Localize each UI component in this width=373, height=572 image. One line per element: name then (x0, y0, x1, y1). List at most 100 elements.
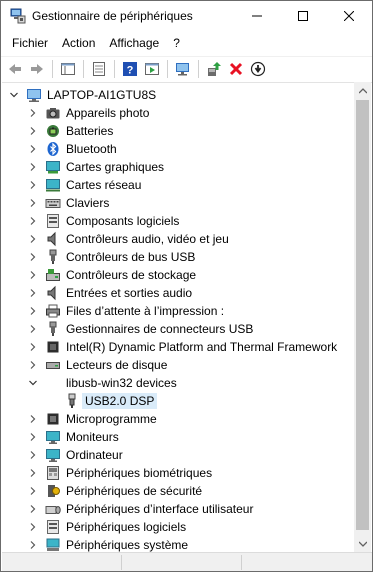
status-bar (2, 552, 372, 571)
chevron-right-icon[interactable] (26, 538, 40, 552)
chevron-right-icon[interactable] (26, 268, 40, 282)
tree-item-intel-dptf[interactable]: Intel(R) Dynamic Platform and Thermal Fr… (2, 338, 355, 356)
tree-item-controleurs-audio[interactable]: Contrôleurs audio, vidéo et jeu (2, 230, 355, 248)
back-button[interactable] (4, 58, 26, 80)
chip-icon (47, 341, 59, 353)
computer-name: LAPTOP-AI1GTU8S (47, 88, 157, 102)
chevron-right-icon[interactable] (26, 358, 40, 372)
vertical-scrollbar[interactable] (354, 82, 371, 552)
device-tree[interactable]: LAPTOP-AI1GTU8S Appareils photo Batterie… (2, 82, 372, 552)
chevron-right-icon[interactable] (26, 286, 40, 300)
console-tree-button[interactable] (57, 58, 79, 80)
chevron-right-icon[interactable] (26, 340, 40, 354)
chevron-right-icon[interactable] (26, 466, 40, 480)
menu-affichage[interactable]: Affichage (102, 33, 166, 53)
disable-device-icon (250, 61, 266, 76)
menu-help[interactable]: ? (166, 33, 187, 53)
close-button[interactable] (326, 1, 372, 31)
chevron-right-icon[interactable] (26, 142, 40, 156)
uninstall-device-button[interactable] (225, 58, 247, 80)
minimize-button[interactable] (234, 1, 280, 31)
tree-item-systeme[interactable]: Périphériques système (2, 536, 355, 552)
chevron-right-icon[interactable] (26, 304, 40, 318)
security-device-icon (48, 485, 60, 497)
properties-button[interactable] (88, 58, 110, 80)
maximize-button[interactable] (280, 1, 326, 31)
title-bar[interactable]: Gestionnaire de périphériques (1, 1, 372, 31)
menu-bar: Fichier Action Affichage ? (1, 32, 372, 54)
tree-item-libusb-devices[interactable]: libusb-win32 devices (2, 374, 355, 392)
tree-item-microprogramme[interactable]: Microprogramme (2, 410, 355, 428)
tree-item-composants-logiciels[interactable]: Composants logiciels (2, 212, 355, 230)
chevron-right-icon[interactable] (26, 448, 40, 462)
tree-item-controleurs-usb[interactable]: Contrôleurs de bus USB (2, 248, 355, 266)
menu-action[interactable]: Action (55, 33, 102, 53)
usb-plug-icon (68, 393, 76, 408)
software-component-icon (47, 214, 59, 228)
forward-button[interactable] (26, 58, 48, 80)
chevron-right-icon[interactable] (26, 124, 40, 138)
scroll-up-button[interactable] (354, 82, 371, 99)
scan-hardware-button[interactable] (172, 58, 194, 80)
chevron-right-icon[interactable] (26, 322, 40, 336)
usb-connector-icon (49, 321, 57, 336)
tree-item-bluetooth[interactable]: Bluetooth (2, 140, 355, 158)
scroll-down-button[interactable] (354, 535, 371, 552)
system-device-icon (46, 538, 60, 551)
help-button[interactable]: ? (119, 58, 141, 80)
chevron-right-icon[interactable] (26, 430, 40, 444)
tree-item-entrees-sorties-audio[interactable]: Entrées et sorties audio (2, 284, 355, 302)
tree-item-securite[interactable]: Périphériques de sécurité (2, 482, 355, 500)
tree-item-cartes-reseau[interactable]: Cartes réseau (2, 176, 355, 194)
hid-icon (45, 506, 61, 514)
display-adapter-icon (46, 161, 60, 174)
toolbar-separator (52, 59, 53, 78)
tree-item-logiciels[interactable]: Périphériques logiciels (2, 518, 355, 536)
toolbar-separator (83, 59, 84, 78)
firmware-icon (47, 413, 59, 425)
chevron-right-icon[interactable] (26, 520, 40, 534)
tree-item-claviers[interactable]: Claviers (2, 194, 355, 212)
tree-item-interface-utilisateur[interactable]: Périphériques d’interface utilisateur (2, 500, 355, 518)
svg-text:?: ? (127, 64, 134, 76)
scrollbar-thumb[interactable] (356, 100, 369, 530)
chevron-right-icon[interactable] (26, 484, 40, 498)
chevron-down-icon[interactable] (7, 88, 21, 102)
chevron-right-icon[interactable] (26, 178, 40, 192)
chevron-right-icon[interactable] (26, 214, 40, 228)
tree-item-biometriques[interactable]: Périphériques biométriques (2, 464, 355, 482)
disk-drive-icon (46, 362, 60, 369)
tree-item-usb2-dsp[interactable]: USB2.0 DSP (2, 392, 355, 410)
tree-item-batteries[interactable]: Batteries (2, 122, 355, 140)
bluetooth-icon (47, 142, 59, 156)
tree-item-moniteurs[interactable]: Moniteurs (2, 428, 355, 446)
update-driver-button[interactable] (203, 58, 225, 80)
chevron-down-icon[interactable] (26, 376, 40, 390)
chevron-right-icon[interactable] (26, 412, 40, 426)
tree-item-lecteurs-disque[interactable]: Lecteurs de disque (2, 356, 355, 374)
chevron-right-icon[interactable] (26, 106, 40, 120)
chevron-right-icon[interactable] (26, 502, 40, 516)
toolbar: ? (1, 56, 372, 80)
tree-item-appareils-photo[interactable]: Appareils photo (2, 104, 355, 122)
chevron-right-icon[interactable] (26, 160, 40, 174)
run-button[interactable] (141, 58, 163, 80)
tree-item-controleurs-stockage[interactable]: Contrôleurs de stockage (2, 266, 355, 284)
tree-item-cartes-graphiques[interactable]: Cartes graphiques (2, 158, 355, 176)
battery-icon (47, 125, 59, 137)
back-arrow-icon (9, 63, 21, 74)
window-title: Gestionnaire de périphériques (32, 9, 193, 23)
disable-device-button[interactable] (247, 58, 269, 80)
chevron-right-icon[interactable] (26, 196, 40, 210)
tree-item-connecteurs-usb[interactable]: Gestionnaires de connecteurs USB (2, 320, 355, 338)
uninstall-device-icon (229, 62, 243, 75)
menu-fichier[interactable]: Fichier (5, 33, 55, 53)
speaker-icon (47, 231, 56, 247)
tree-content: LAPTOP-AI1GTU8S Appareils photo Batterie… (2, 86, 355, 552)
chevron-right-icon[interactable] (26, 232, 40, 246)
tree-item-files-impression[interactable]: Files d’attente à l’impression : (2, 302, 355, 320)
computer-icon (46, 449, 60, 462)
chevron-right-icon[interactable] (26, 250, 40, 264)
tree-item-ordinateur[interactable]: Ordinateur (2, 446, 355, 464)
tree-root[interactable]: LAPTOP-AI1GTU8S (2, 86, 355, 104)
